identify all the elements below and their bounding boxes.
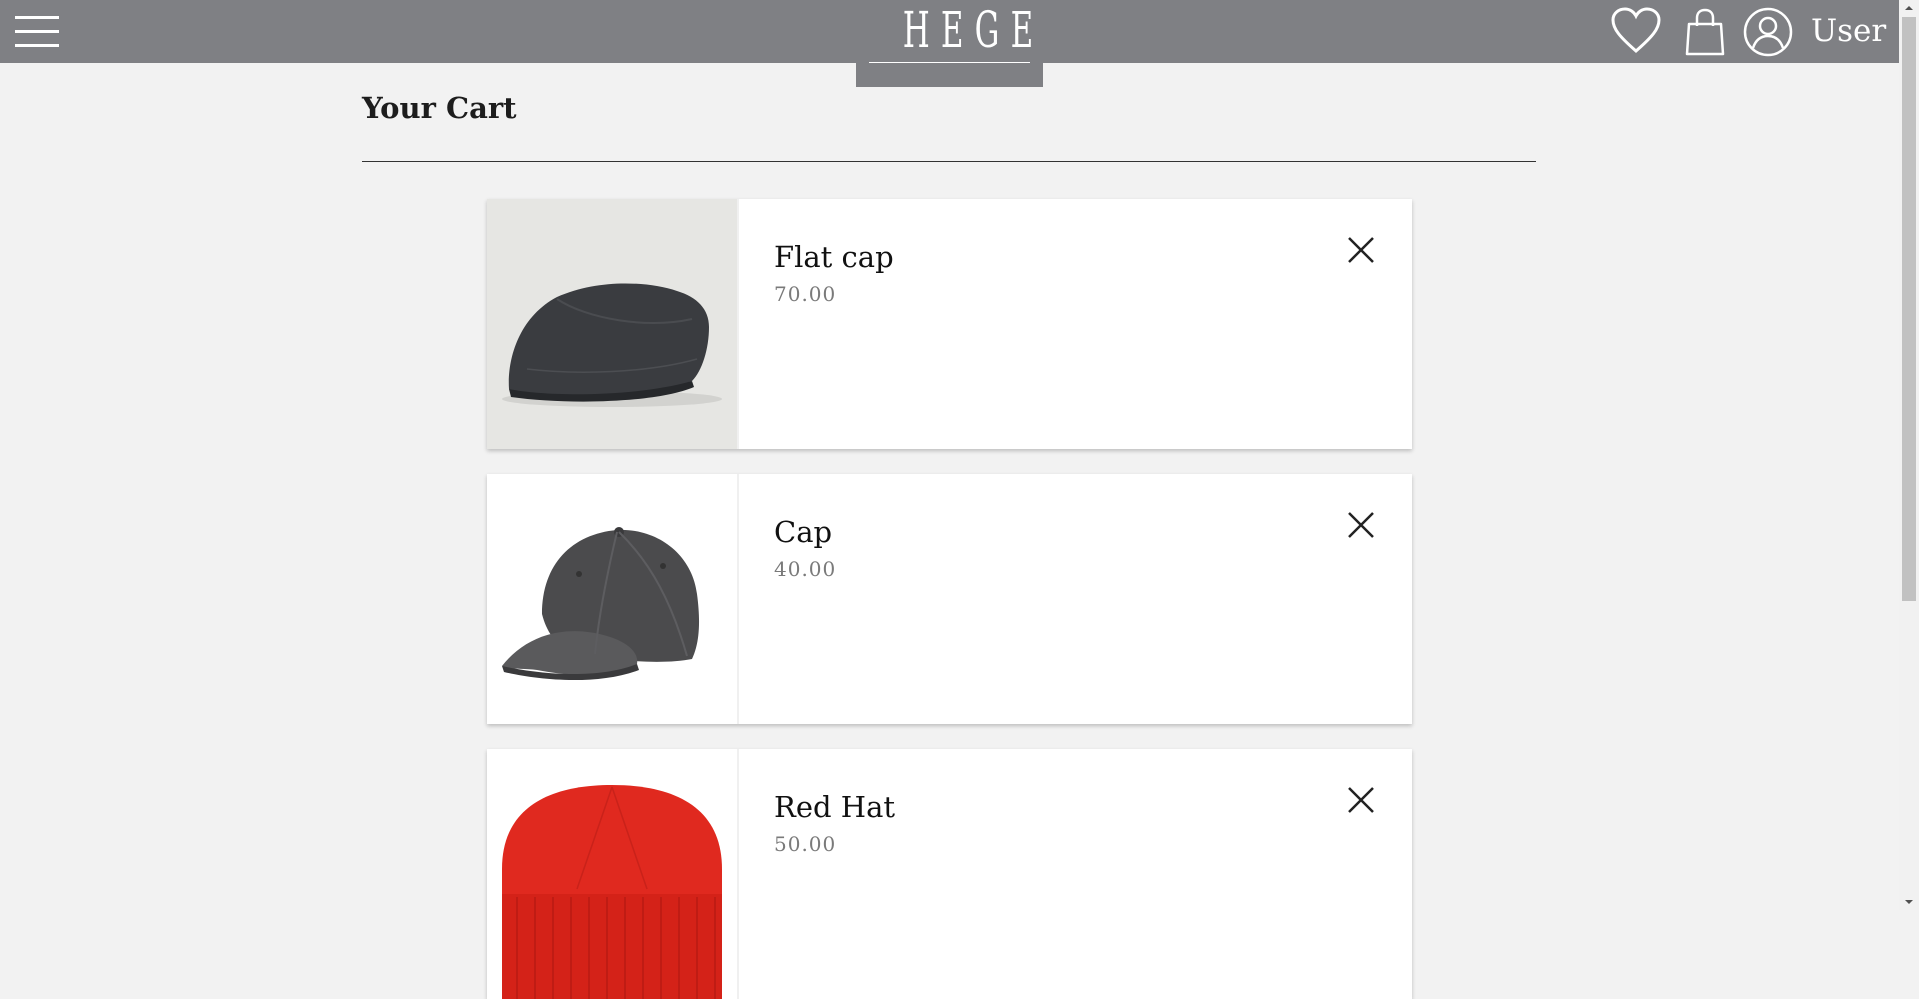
product-price: 50.00 (774, 832, 837, 856)
product-name[interactable]: Flat cap (774, 239, 894, 275)
menu-icon[interactable] (14, 12, 60, 52)
brand-logo-text: HEGE (902, 1, 1045, 59)
product-image[interactable] (487, 749, 739, 999)
cart-item: Cap 40.00 (487, 474, 1412, 724)
cart-item: Red Hat 50.00 (487, 749, 1412, 999)
product-name[interactable]: Red Hat (774, 789, 895, 825)
remove-item-close-icon[interactable] (1345, 509, 1377, 541)
product-image[interactable] (487, 474, 739, 724)
scroll-down-arrow-icon[interactable] (1899, 893, 1919, 910)
user-menu-label[interactable]: User (1811, 11, 1886, 51)
brand-logo[interactable]: HEGE (856, 0, 1043, 87)
title-divider (362, 161, 1536, 162)
scroll-up-arrow-icon[interactable] (1899, 0, 1919, 17)
product-price: 40.00 (774, 557, 837, 581)
wishlist-heart-icon[interactable] (1610, 7, 1662, 59)
product-image[interactable] (487, 199, 739, 449)
logo-underline (869, 62, 1030, 63)
product-price: 70.00 (774, 282, 837, 306)
page-scrollbar[interactable] (1899, 0, 1919, 910)
product-name[interactable]: Cap (774, 514, 832, 550)
user-account-icon[interactable] (1742, 6, 1794, 62)
shopping-bag-icon[interactable] (1684, 8, 1726, 60)
remove-item-close-icon[interactable] (1345, 234, 1377, 266)
remove-item-close-icon[interactable] (1345, 784, 1377, 816)
page-title: Your Cart (362, 91, 517, 125)
scrollbar-thumb[interactable] (1902, 17, 1916, 601)
cart-item: Flat cap 70.00 (487, 199, 1412, 449)
